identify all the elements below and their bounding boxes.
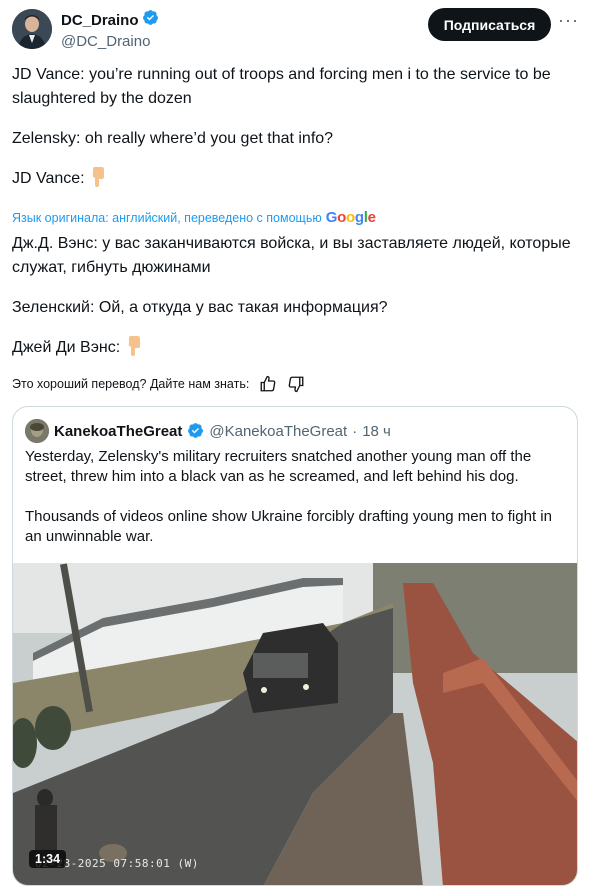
video-player[interactable]: 02-28-2025 07:58:01 (W) 1:34 (13, 563, 577, 885)
tweet-line: JD Vance: (12, 170, 85, 187)
tweet-line-with-emoji: JD Vance: (12, 167, 572, 191)
quoted-tweet-time[interactable]: 18 ч (362, 423, 391, 440)
google-logo: Google (325, 209, 376, 226)
translated-line: Зеленский: Ой, а откуда у вас такая инфо… (12, 299, 388, 316)
pointing-down-emoji-icon (92, 167, 105, 187)
translation-feedback: Это хороший перевод? Дайте нам знать: (12, 375, 305, 393)
translated-line-with-emoji: Джей Ди Вэнс: (12, 336, 572, 360)
verified-badge-icon (142, 9, 159, 32)
video-frame (13, 563, 577, 885)
subscribe-button[interactable]: Подписаться (428, 8, 551, 41)
tweet-translated-text: Дж.Д. Вэнс: у вас заканчиваются войска, … (12, 232, 572, 360)
feedback-prompt: Это хороший перевод? Дайте нам знать: (12, 377, 250, 391)
tweet-header: DC_Draino @DC_Draino Подписаться ··· (12, 6, 578, 52)
tweet-original-text: JD Vance: you’re running out of troops a… (12, 63, 572, 191)
translated-line: Дж.Д. Вэнс: у вас заканчиваются войска, … (12, 235, 571, 276)
quoted-paragraph: Thousands of videos online show Ukraine … (25, 508, 552, 545)
quoted-tweet-header: KanekoaTheGreat @KanekoaTheGreat · 18 ч (25, 419, 391, 443)
thumbs-up-icon[interactable] (259, 375, 277, 393)
quoted-tweet-text: Yesterday, Zelensky's military recruiter… (25, 447, 570, 547)
translation-note[interactable]: Язык оригинала: английский, переведено с… (12, 209, 376, 226)
quoted-tweet[interactable]: KanekoaTheGreat @KanekoaTheGreat · 18 ч … (12, 406, 578, 886)
verified-badge-icon (187, 422, 204, 440)
tweet-line: Zelensky: oh really where’d you get that… (12, 130, 334, 147)
translation-note-text: Язык оригинала: английский, переведено с… (12, 210, 322, 225)
more-options-icon[interactable]: ··· (558, 11, 578, 34)
video-duration-badge: 1:34 (29, 850, 67, 868)
translated-line: Джей Ди Вэнс: (12, 339, 121, 356)
pointing-down-emoji-icon (128, 336, 140, 356)
author-display-name[interactable]: DC_Draino (61, 11, 139, 31)
quoted-paragraph: Yesterday, Zelensky's military recruiter… (25, 448, 532, 485)
quoted-author-handle[interactable]: @KanekoaTheGreat (209, 423, 347, 440)
separator-dot: · (352, 422, 358, 440)
quoted-author-avatar[interactable] (25, 419, 49, 443)
quoted-author-name[interactable]: KanekoaTheGreat (54, 423, 182, 440)
author-name-row[interactable]: DC_Draino (61, 9, 159, 32)
author-handle[interactable]: @DC_Draino (61, 32, 159, 52)
tweet-line: JD Vance: you’re running out of troops a… (12, 66, 551, 107)
thumbs-down-icon[interactable] (287, 375, 305, 393)
author-avatar[interactable] (12, 9, 52, 49)
